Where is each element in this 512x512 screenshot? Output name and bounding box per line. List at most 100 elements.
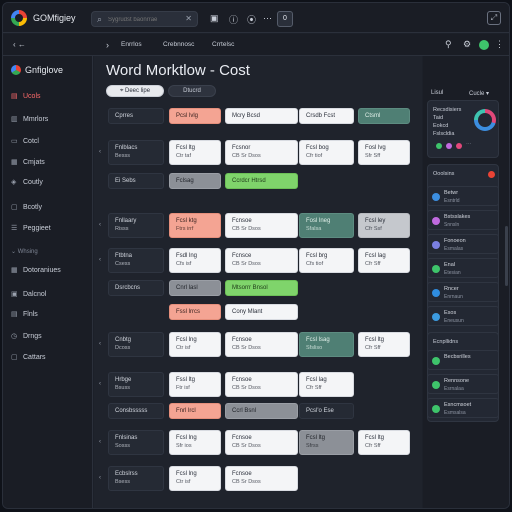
- feed-item[interactable]: Becbsrilles: [427, 350, 499, 370]
- task-card[interactable]: Fosl lvg Sfr Sff: [358, 140, 410, 165]
- task-card[interactable]: Fcsl lag Cfr Sff: [358, 248, 410, 273]
- task-card[interactable]: Fcnsoe CB Sr Dsos: [225, 332, 298, 357]
- row-label[interactable]: Ecbslrss Bsess: [108, 466, 164, 491]
- task-card[interactable]: Pcsl'o Ese: [299, 403, 354, 419]
- row-label[interactable]: Ftbtna Csess: [108, 248, 164, 273]
- task-card[interactable]: Fssl lrrcs: [169, 304, 221, 320]
- feed-item[interactable]: Bstsslakes Snnsln: [427, 210, 499, 230]
- task-card[interactable]: Fcsnor CB Sr Dsos: [225, 140, 298, 165]
- sidebar-item-5[interactable]: ◈ Coutly: [11, 178, 43, 186]
- task-card[interactable]: Ccrdcr Htrsd: [225, 173, 298, 189]
- task-card[interactable]: Fcsl lag Cfr Sff: [299, 372, 354, 397]
- sidebar-item-1[interactable]: ▤ Ucols: [11, 92, 41, 100]
- task-card[interactable]: Fcsl brg Cfs tiof: [299, 248, 354, 273]
- search-input[interactable]: [108, 14, 178, 25]
- sidebar-item-9[interactable]: ▣ Dalcnol: [11, 290, 46, 298]
- row-label[interactable]: Cprres: [108, 108, 164, 124]
- chevron-icon[interactable]: ›: [106, 40, 109, 50]
- row-expand-icon[interactable]: ‹: [99, 341, 101, 347]
- task-card[interactable]: Fcsl bog Cfr tiof: [299, 140, 354, 165]
- scrollbar[interactable]: [505, 226, 508, 286]
- sidebar-item-4[interactable]: ▦ Cmjats: [11, 158, 45, 166]
- sidebar-item-6[interactable]: ▢ Bcotly: [11, 203, 42, 211]
- row-label[interactable]: Hrbge Bsuss: [108, 372, 164, 397]
- row-label[interactable]: Fnlblacs Besss: [108, 140, 164, 165]
- task-card[interactable]: Fcsl ltg Sfrss: [299, 430, 354, 455]
- view-pill[interactable]: Dtucrd: [168, 85, 216, 97]
- task-card[interactable]: Fnrl lrcl: [169, 403, 221, 419]
- counter-box[interactable]: 0: [277, 11, 293, 27]
- task-card[interactable]: Fcsl lng Ctr isf: [169, 332, 221, 357]
- filter-pill[interactable]: ⌖ Deec lipe: [106, 85, 164, 97]
- row-label[interactable]: Dsrcbcns: [108, 280, 164, 296]
- feed-item[interactable]: Betwr Esntrld: [427, 186, 499, 206]
- sidebar-item-11[interactable]: ◷ Drngs: [11, 332, 42, 340]
- task-card[interactable]: Fcsl ltg Ctr taf: [169, 140, 221, 165]
- feed-item[interactable]: Rennsone Esrnalaa: [427, 374, 499, 394]
- row-label[interactable]: Consbsssss: [108, 403, 164, 419]
- task-card[interactable]: Fcnsoe CB Sr Dsos: [225, 372, 298, 397]
- sidebar-item-3[interactable]: ▭ Cotcl: [11, 137, 39, 145]
- task-card[interactable]: Fclsag: [169, 173, 221, 189]
- sidebar-item-10[interactable]: ▤ Flnls: [11, 310, 38, 318]
- row-expand-icon[interactable]: ‹: [99, 439, 101, 445]
- search-box[interactable]: ⌕ ✕: [91, 11, 198, 27]
- task-card[interactable]: Crsdb Fcst: [299, 108, 354, 124]
- task-card[interactable]: Fcsl ley Cfr Ssf: [358, 213, 410, 238]
- task-card[interactable]: Ctsml: [358, 108, 410, 124]
- row-expand-icon[interactable]: ‹: [99, 149, 101, 155]
- ellipsis-icon[interactable]: ⋯: [263, 13, 272, 24]
- row-label[interactable]: Fnllaary Risss: [108, 213, 164, 238]
- pin-icon[interactable]: ⚲: [445, 39, 452, 50]
- sidebar-item-8[interactable]: ▦ Dotoraniues: [11, 266, 61, 274]
- task-card[interactable]: Mtsorrr Bnsol: [225, 280, 298, 296]
- task-card[interactable]: Fcnsce CB Sr Dsos: [225, 248, 298, 273]
- row-expand-icon[interactable]: ‹: [99, 475, 101, 481]
- settings-icon[interactable]: ⚙: [463, 39, 471, 50]
- row-label[interactable]: Fnlsinas Sosss: [108, 430, 164, 455]
- task-card[interactable]: Fcsl ltg Cfr Sff: [358, 332, 410, 357]
- row-label[interactable]: Cnbtg Dcoss: [108, 332, 164, 357]
- feed-item[interactable]: Enal Etesian: [427, 258, 499, 278]
- task-card[interactable]: Ccrl Bsnl: [225, 403, 298, 419]
- close-icon[interactable]: ✕: [185, 14, 192, 23]
- nav-back-forward-icon[interactable]: ‹ ←: [13, 40, 26, 49]
- task-card[interactable]: Cnrl lasl: [169, 280, 221, 296]
- tab-1[interactable]: Enrrlos: [121, 41, 142, 48]
- task-card[interactable]: Mcry Bcsd: [225, 108, 298, 124]
- task-card[interactable]: Fcnsoe CB Sr Dsos: [225, 430, 298, 455]
- task-card[interactable]: Fcsl ktg Ftrs irrf: [169, 213, 221, 238]
- info-icon[interactable]: ⓘ: [229, 13, 238, 26]
- feed-item[interactable]: Esos Eneusun: [427, 306, 499, 326]
- task-card[interactable]: Pcsl lvlg: [169, 108, 221, 124]
- row-expand-icon[interactable]: ‹: [99, 222, 101, 228]
- summary-line: Taid: [433, 115, 444, 121]
- task-card[interactable]: Fcnsoe CB Sr Dsos: [225, 213, 298, 238]
- feed-item[interactable]: Fonoeon Esmalas: [427, 234, 499, 254]
- feed-item[interactable]: Esncmsoet Esmsalsa: [427, 398, 499, 418]
- task-card[interactable]: Fsdl lng Cfs isf: [169, 248, 221, 273]
- tab-2[interactable]: Crebnnosc: [163, 41, 194, 48]
- task-card[interactable]: Fcsl lng Ctr isf: [169, 466, 221, 491]
- task-card[interactable]: Fssl ltg Ftr isf: [169, 372, 221, 397]
- task-card[interactable]: Fcsl ltg Cfr Sff: [358, 430, 410, 455]
- row-label[interactable]: Ei Sebs: [108, 173, 164, 189]
- sidebar-item-12[interactable]: ▢ Cattars: [11, 353, 46, 361]
- task-card[interactable]: Fosl lneg Sfalsa: [299, 213, 354, 238]
- sidebar-item-7[interactable]: ☰ Peggieet: [11, 224, 51, 232]
- row-expand-icon[interactable]: ‹: [99, 257, 101, 263]
- panel-header-right[interactable]: Cucle ▾: [469, 90, 489, 97]
- task-card[interactable]: Fcsl lng Sfr ios: [169, 430, 221, 455]
- feed-item[interactable]: Rncer Enrnaun: [427, 282, 499, 302]
- record-icon[interactable]: ⦿: [247, 13, 256, 26]
- more-icon[interactable]: ⋮: [495, 39, 504, 50]
- window-expand-icon[interactable]: ⤢: [487, 11, 501, 25]
- task-card[interactable]: Fcnsoe CB Sr Dsos: [225, 466, 298, 491]
- task-card[interactable]: Cony Mlant: [225, 304, 298, 320]
- more-icon[interactable]: ⋯: [466, 142, 472, 148]
- task-card[interactable]: Fcsl lsag Sfsliso: [299, 332, 354, 357]
- tab-3[interactable]: Crrtelsc: [212, 41, 234, 48]
- row-expand-icon[interactable]: ‹: [99, 381, 101, 387]
- sidebar-item-2[interactable]: ▥ Mmrlors: [11, 115, 48, 123]
- save-icon[interactable]: ▣: [210, 13, 219, 24]
